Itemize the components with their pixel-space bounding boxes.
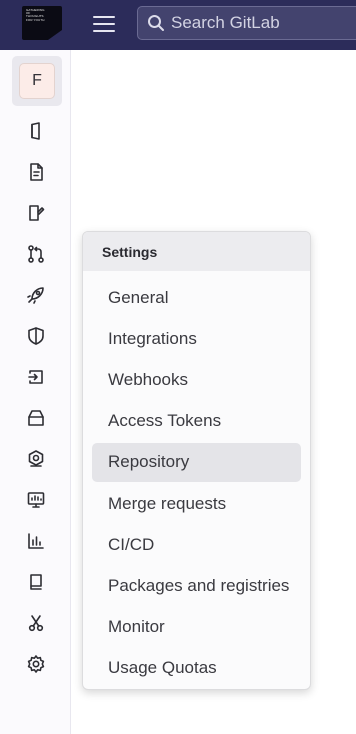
project-avatar: F — [19, 63, 55, 99]
flyout-title: Settings — [83, 232, 310, 271]
wiki-book-icon[interactable] — [24, 570, 48, 594]
menu-item-monitor[interactable]: Monitor — [92, 608, 301, 647]
shield-security-icon[interactable] — [24, 324, 48, 348]
hamburger-line — [93, 23, 115, 25]
logo-notch — [48, 30, 62, 40]
infrastructure-gear-icon[interactable] — [24, 447, 48, 471]
settings-flyout-menu: Settings General Integrations Webhooks Acce… — [82, 231, 311, 690]
brand-logo[interactable]: GATHERING OF THOUGHTS FOR YOUTH — [22, 6, 62, 40]
monitor-screen-icon[interactable] — [24, 488, 48, 512]
project-overview-icon[interactable] — [24, 119, 48, 143]
menu-item-repository[interactable]: Repository — [92, 442, 301, 482]
top-navbar: GATHERING OF THOUGHTS FOR YOUTH — [0, 0, 356, 50]
search-icon — [148, 15, 164, 31]
snippets-scissors-icon[interactable] — [24, 611, 48, 635]
logo-lettering: GATHERING OF THOUGHTS FOR YOUTH — [26, 8, 45, 22]
search-input[interactable] — [171, 13, 351, 33]
menu-hamburger-icon[interactable] — [93, 14, 115, 34]
menu-item-usage-quotas[interactable]: Usage Quotas — [92, 649, 301, 688]
menu-item-access-tokens[interactable]: Access Tokens — [92, 402, 301, 441]
merge-requests-doc-icon[interactable] — [24, 201, 48, 225]
package-box-icon[interactable] — [24, 406, 48, 430]
menu-item-general[interactable]: General — [92, 278, 301, 317]
menu-item-webhooks[interactable]: Webhooks — [92, 360, 301, 399]
issues-file-icon[interactable] — [24, 160, 48, 184]
menu-item-integrations[interactable]: Integrations — [92, 319, 301, 358]
analytics-chart-icon[interactable] — [24, 529, 48, 553]
settings-gear-icon[interactable] — [24, 652, 48, 676]
rocket-deploy-icon[interactable] — [24, 283, 48, 307]
hamburger-line — [93, 16, 115, 18]
left-sidebar: F — [0, 50, 71, 734]
hamburger-line — [93, 30, 115, 32]
project-avatar-button[interactable]: F — [12, 56, 62, 106]
menu-item-ci-cd[interactable]: CI/CD — [92, 525, 301, 564]
search-box[interactable] — [137, 6, 356, 40]
menu-item-merge-requests[interactable]: Merge requests — [92, 484, 301, 523]
operate-icon[interactable] — [24, 365, 48, 389]
menu-item-packages-and-registries[interactable]: Packages and registries — [92, 566, 301, 605]
branch-merge-icon[interactable] — [24, 242, 48, 266]
